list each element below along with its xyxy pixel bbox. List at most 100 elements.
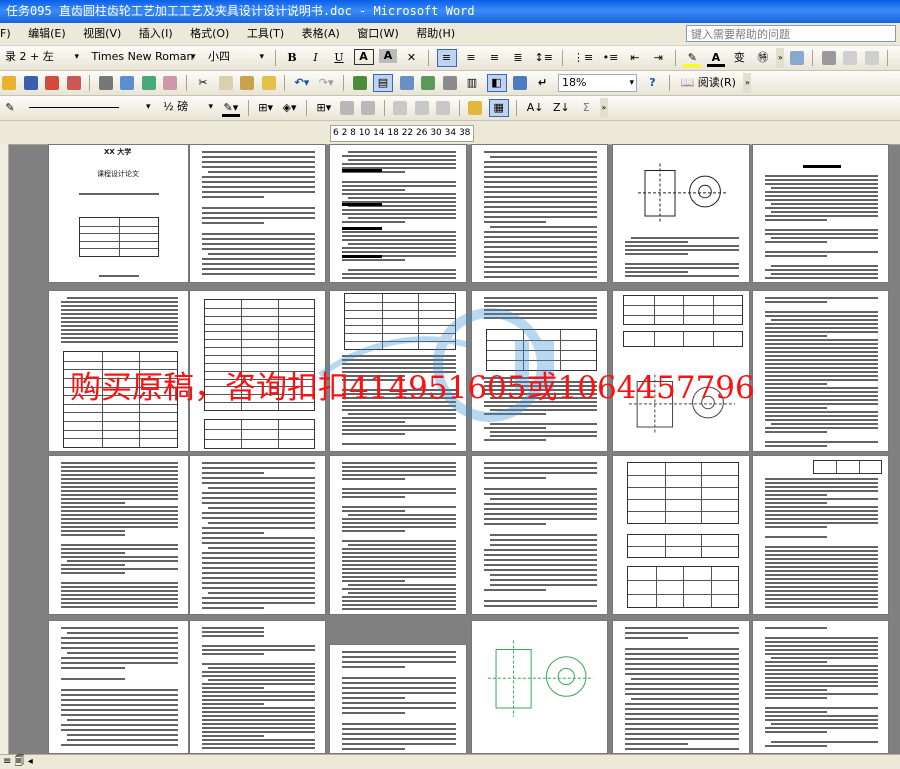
document-page[interactable] (471, 455, 608, 615)
bullets-icon[interactable]: •≡ (601, 49, 621, 67)
font-name-dropdown[interactable]: Times New Roman (89, 49, 198, 65)
toolbar-options-icon[interactable]: » (599, 98, 608, 118)
menu-edit[interactable]: 编辑(E) (21, 23, 73, 45)
menu-help[interactable]: 帮助(H) (409, 23, 462, 45)
zoom-dropdown[interactable]: 18% (558, 74, 637, 92)
character-shading-icon[interactable]: A (379, 49, 397, 63)
document-page[interactable] (48, 620, 189, 754)
toolbar-options-icon[interactable]: » (776, 48, 785, 68)
menu-table[interactable]: 表格(A) (295, 23, 347, 45)
help-search-input[interactable]: 键入需要帮助的问题 (686, 25, 896, 42)
document-page[interactable] (329, 144, 467, 283)
permission-icon[interactable] (45, 76, 59, 90)
pencil-icon[interactable]: ✎ (1, 99, 19, 117)
line-style-dropdown[interactable] (26, 99, 153, 115)
increase-indent-icon[interactable]: ⇥ (649, 49, 667, 67)
option-control-icon[interactable] (864, 51, 879, 65)
menu-insert[interactable]: 插入(I) (132, 23, 180, 45)
plus-icon[interactable]: + (896, 49, 900, 67)
save-icon[interactable] (23, 76, 38, 90)
research-icon[interactable] (163, 76, 177, 90)
document-page[interactable] (189, 144, 326, 283)
open-folder-icon[interactable] (2, 76, 16, 90)
print-icon[interactable] (98, 76, 113, 90)
paste-icon[interactable] (240, 76, 254, 90)
document-page[interactable] (471, 144, 608, 283)
menu-view[interactable]: 视图(V) (76, 23, 128, 45)
read-button[interactable]: 📖 阅读(R) (678, 74, 739, 92)
undo-icon[interactable]: ↶▾ (293, 74, 312, 92)
columns-icon[interactable] (442, 76, 457, 90)
document-page[interactable]: XX 大学 课程设计论文 (48, 144, 189, 283)
spelling-icon[interactable] (141, 76, 156, 90)
show-hide-icon[interactable]: ↵ (534, 74, 552, 92)
menu-tools[interactable]: 工具(T) (240, 23, 291, 45)
character-scaling-icon[interactable]: ✕ (403, 49, 421, 67)
font-color-icon[interactable]: A (706, 49, 725, 67)
font-size-dropdown[interactable]: 小四 (205, 49, 266, 65)
line-weight-dropdown[interactable]: ½ 磅 (160, 99, 215, 115)
insert-table-icon[interactable] (399, 76, 414, 90)
document-page[interactable] (48, 455, 189, 615)
menu-file[interactable]: F) (0, 23, 18, 45)
vertical-ruler[interactable] (0, 144, 9, 754)
radio-control-icon[interactable] (843, 51, 858, 65)
document-map-pane-icon[interactable] (513, 76, 527, 90)
insert-table-grid-icon[interactable]: ⊞▾ (315, 99, 334, 117)
document-page[interactable] (752, 455, 889, 615)
document-page[interactable] (189, 620, 326, 754)
redo-icon[interactable]: ↷▾ (317, 74, 336, 92)
menu-format[interactable]: 格式(O) (183, 23, 236, 45)
enclose-characters-icon[interactable]: ㊕ (754, 49, 772, 67)
document-page[interactable] (329, 455, 467, 615)
phonetic-guide-icon[interactable]: 变 (730, 49, 748, 67)
send-mail-icon[interactable] (66, 76, 81, 90)
numbering-icon[interactable]: ⋮≡ (571, 49, 595, 67)
align-left-icon[interactable]: ≡ (436, 49, 457, 67)
document-page[interactable] (612, 455, 750, 615)
table-grid-icon[interactable] (821, 51, 836, 65)
distribute-rows-icon[interactable] (414, 101, 429, 115)
distribute-columns-icon[interactable] (436, 101, 451, 115)
hyperlink-icon[interactable] (352, 76, 367, 90)
align-cell-icon[interactable] (393, 101, 408, 115)
document-page[interactable] (612, 620, 750, 754)
underline-button[interactable]: U (330, 49, 348, 67)
menu-window[interactable]: 窗口(W) (350, 23, 405, 45)
horizontal-ruler[interactable]: 6 2 8 10 14 18 22 26 30 34 38 40 (0, 121, 900, 145)
print-preview-icon[interactable] (120, 76, 134, 90)
document-page[interactable] (612, 144, 750, 283)
drawing-icon[interactable]: ▥ (463, 74, 481, 92)
outside-border-icon[interactable]: ⊞▾ (256, 99, 275, 117)
format-painter-icon[interactable] (261, 76, 276, 90)
highlight-icon[interactable]: ✎ (683, 49, 702, 67)
justify-icon[interactable]: ≣ (509, 49, 527, 67)
align-center-icon[interactable]: ≡ (462, 49, 480, 67)
line-spacing-icon[interactable]: ↕≡ (533, 49, 555, 67)
border-color-icon[interactable]: ✎▾ (221, 99, 241, 117)
cut-icon[interactable]: ✂ (194, 74, 212, 92)
italic-button[interactable]: I (307, 49, 325, 67)
help-icon[interactable]: ? (644, 74, 662, 92)
document-page[interactable] (471, 620, 608, 754)
document-page[interactable] (752, 620, 889, 754)
copy-icon[interactable] (218, 76, 233, 90)
autosum-icon[interactable]: Σ (577, 99, 595, 117)
document-page[interactable] (189, 455, 326, 615)
merge-cells-icon[interactable] (339, 101, 354, 115)
shading-color-icon[interactable]: ◈▾ (281, 99, 299, 117)
view-buttons[interactable]: ≡ 🗐 ◂ (0, 756, 33, 767)
split-cells-icon[interactable] (361, 101, 376, 115)
document-page[interactable] (329, 644, 467, 754)
decrease-indent-icon[interactable]: ⇤ (626, 49, 644, 67)
character-border-icon[interactable]: A (353, 49, 374, 65)
document-page[interactable] (752, 144, 889, 283)
gridlines-icon[interactable]: ▦ (488, 99, 509, 117)
align-right-icon[interactable]: ≡ (486, 49, 504, 67)
sort-ascending-icon[interactable]: A↓ (525, 99, 546, 117)
document-page[interactable] (752, 290, 889, 452)
bold-button[interactable]: B (283, 49, 301, 67)
document-map-icon[interactable]: ◧ (486, 74, 507, 92)
table-autoformat-icon[interactable] (468, 101, 483, 115)
picture-icon[interactable] (789, 51, 804, 65)
